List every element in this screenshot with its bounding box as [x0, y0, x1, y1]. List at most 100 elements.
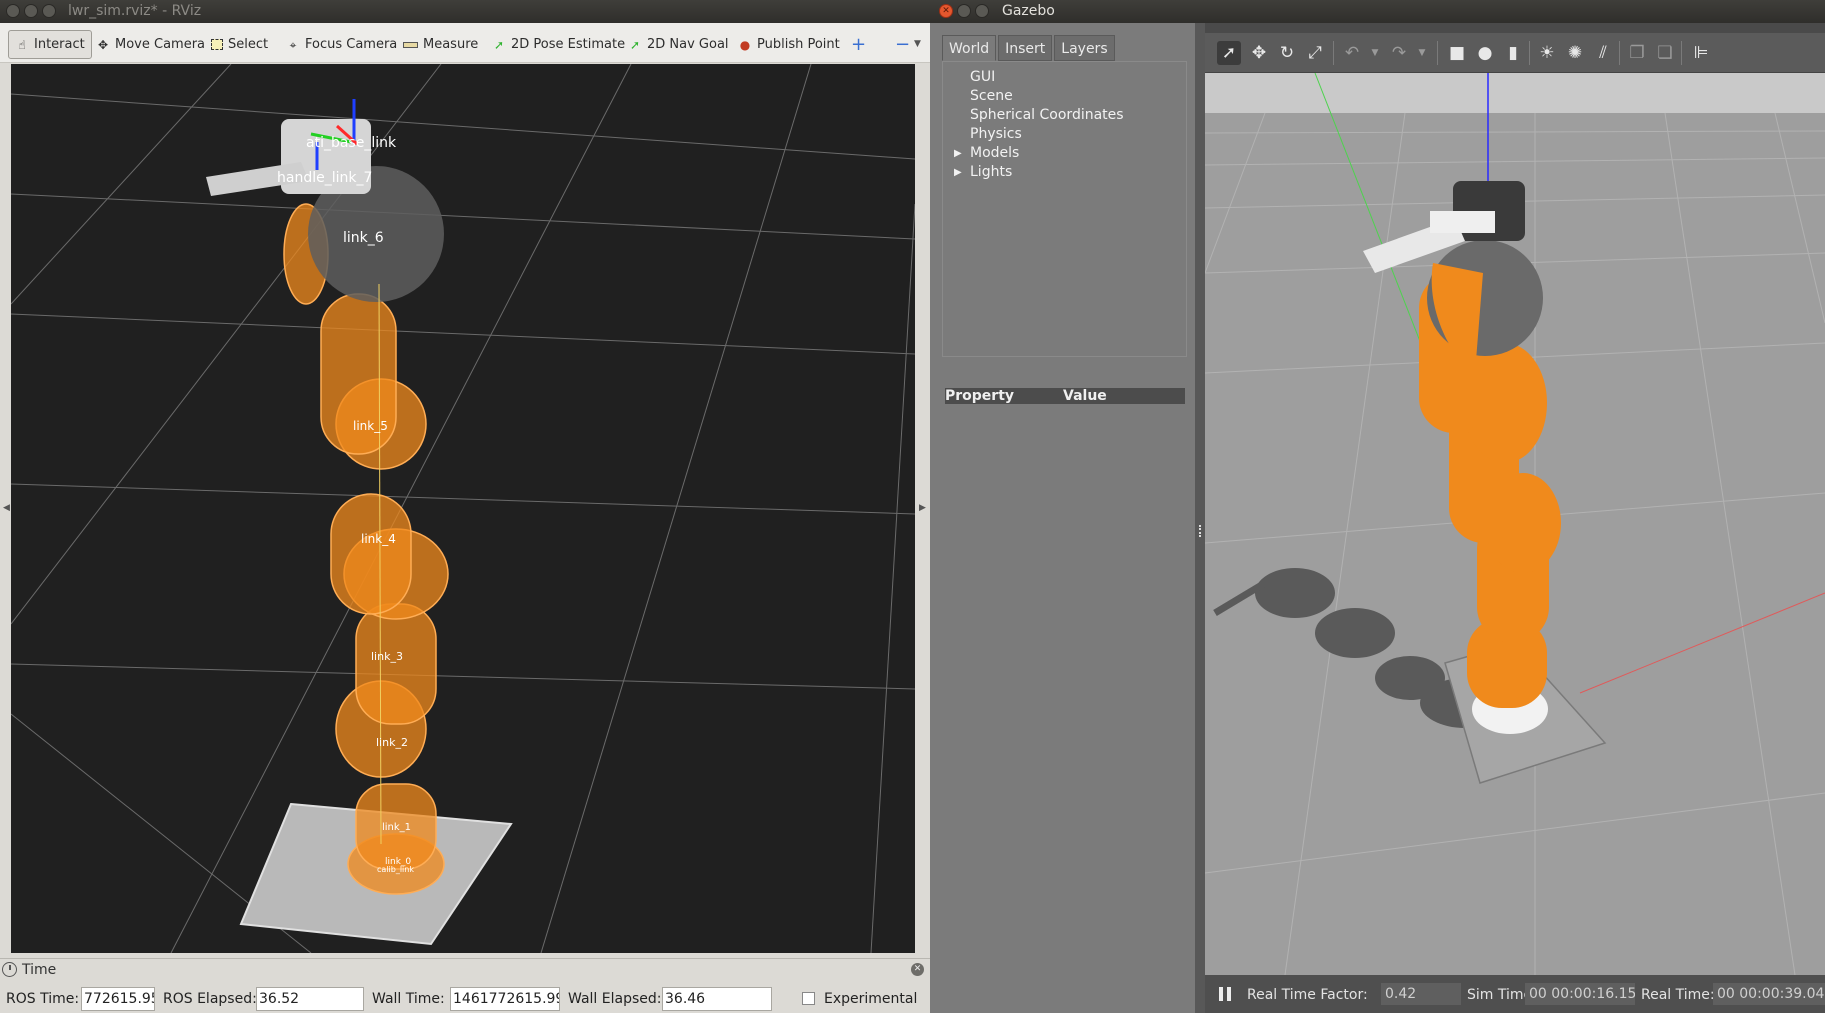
wall-time-label: Wall Time: — [372, 991, 445, 1007]
tree-item-gui[interactable]: GUI — [970, 69, 995, 85]
world-tree: GUI Scene Spherical Coordinates Physics … — [942, 61, 1187, 357]
wall-time-field[interactable]: 1461772615.99 — [450, 987, 560, 1011]
copy-icon[interactable]: ❐ — [1625, 41, 1649, 65]
map-pin-icon: ● — [739, 37, 751, 52]
publish-point-tool-button[interactable]: ● Publish Point — [738, 30, 840, 59]
scale-mode-icon[interactable]: ⤢ — [1303, 41, 1327, 65]
property-column-header: Property — [945, 388, 1015, 404]
handle-clamp — [1430, 211, 1495, 233]
rotate-mode-icon[interactable]: ↻ — [1275, 41, 1299, 65]
undo-history-chevron-icon[interactable]: ▼ — [1363, 41, 1387, 65]
tree-item-lights[interactable]: Lights — [970, 164, 1012, 180]
sim-time-value: 00 00:00:16.151 — [1525, 983, 1635, 1005]
align-icon[interactable]: ⊫ — [1689, 41, 1713, 65]
frame-label: link_6 — [343, 230, 384, 246]
measure-label: Measure — [423, 37, 479, 52]
toolbar-separator — [1529, 41, 1530, 65]
interact-label: Interact — [34, 37, 85, 52]
crosshair-icon: ⌖ — [289, 37, 297, 52]
rviz-3d-viewport[interactable]: ati_base_link handle_link_7 link_6 link_… — [11, 64, 915, 953]
close-icon[interactable] — [6, 4, 20, 18]
collapse-left-icon[interactable]: ◀ — [3, 503, 10, 513]
maximize-icon[interactable] — [42, 4, 56, 18]
sky — [1205, 73, 1825, 113]
time-panel-header: Time ✕ — [0, 959, 930, 981]
wall-elapsed-field[interactable]: 36.46 — [662, 987, 772, 1011]
tree-item-spherical-coordinates[interactable]: Spherical Coordinates — [970, 107, 1124, 123]
robot-arm-model — [283, 203, 449, 895]
ros-time-label: ROS Time: — [6, 991, 80, 1007]
frame-label: handle_link_7 — [277, 170, 372, 186]
pose-estimate-tool-button[interactable]: ➚ 2D Pose Estimate — [492, 30, 625, 59]
move-icon: ✥ — [97, 37, 109, 52]
tab-world[interactable]: World — [942, 35, 997, 61]
maximize-icon[interactable] — [975, 4, 989, 18]
remove-tool-icon[interactable]: − — [895, 30, 910, 59]
gazebo-scene — [1205, 73, 1825, 975]
ros-elapsed-field[interactable]: 36.52 — [256, 987, 364, 1011]
tree-item-physics[interactable]: Physics — [970, 126, 1022, 142]
publish-point-label: Publish Point — [757, 37, 840, 52]
minimize-icon[interactable] — [24, 4, 38, 18]
hand-icon: ☝ — [18, 37, 26, 52]
side-panel-tabs: World Insert Layers — [942, 35, 1115, 61]
select-label: Select — [228, 37, 269, 52]
value-column-header: Value — [1063, 388, 1107, 404]
green-arrow-icon: ➚ — [629, 37, 641, 52]
panel-splitter[interactable] — [1195, 23, 1205, 1013]
translate-mode-icon[interactable]: ✥ — [1247, 41, 1271, 65]
add-tool-icon[interactable]: + — [851, 30, 866, 59]
pause-icon[interactable] — [1219, 987, 1231, 1001]
undo-icon[interactable]: ↶ — [1340, 41, 1364, 65]
interact-tool-button[interactable]: ☝ Interact — [8, 30, 92, 59]
toolbar-separator — [1437, 41, 1438, 65]
gazebo-toolbar: ➚ ✥ ↻ ⤢ ↶ ▼ ↷ ▼ ■ ● ▮ ☀ ✺ ⫽ ❐ ❏ ⊫ — [1205, 33, 1825, 73]
measure-tool-button[interactable]: Measure — [403, 30, 478, 59]
ros-time-field[interactable]: 772615.95 — [81, 987, 155, 1011]
time-panel-title: Time — [22, 962, 57, 978]
experimental-checkbox[interactable] — [802, 992, 815, 1005]
collapse-right-icon[interactable]: ▶ — [919, 503, 926, 513]
sphere-shape-icon[interactable]: ● — [1473, 41, 1497, 65]
expand-arrow-icon[interactable]: ▶ — [954, 148, 962, 159]
tree-item-models[interactable]: Models — [970, 145, 1019, 161]
paste-icon[interactable]: ❏ — [1653, 41, 1677, 65]
select-mode-icon[interactable]: ➚ — [1217, 41, 1241, 65]
minimize-icon[interactable] — [957, 4, 971, 18]
redo-history-chevron-icon[interactable]: ▼ — [1410, 41, 1434, 65]
toolbar-separator — [1619, 41, 1620, 65]
gazebo-side-panel: World Insert Layers GUI Scene Spherical … — [930, 23, 1195, 1013]
pose-estimate-label: 2D Pose Estimate — [511, 37, 626, 52]
splitter-grip-icon[interactable] — [1199, 525, 1201, 537]
spot-light-icon[interactable]: ✺ — [1563, 41, 1587, 65]
nav-goal-tool-button[interactable]: ➚ 2D Nav Goal — [628, 30, 729, 59]
frame-label: link_1 — [382, 822, 411, 833]
gazebo-titlebar: ✕ Gazebo — [930, 0, 1825, 23]
close-icon[interactable]: ✕ — [939, 4, 953, 18]
frame-label: link_2 — [376, 736, 408, 749]
real-time-label: Real Time: — [1641, 987, 1715, 1003]
cylinder-shape-icon[interactable]: ▮ — [1501, 41, 1525, 65]
select-tool-button[interactable]: Select — [211, 30, 268, 59]
redo-icon[interactable]: ↷ — [1387, 41, 1411, 65]
point-light-icon[interactable]: ☀ — [1535, 41, 1559, 65]
ros-elapsed-label: ROS Elapsed: — [163, 991, 257, 1007]
tab-insert[interactable]: Insert — [998, 35, 1053, 61]
tree-item-scene[interactable]: Scene — [970, 88, 1013, 104]
toolbar-separator — [1681, 41, 1682, 65]
window-title: Gazebo — [1002, 3, 1055, 19]
close-panel-icon[interactable]: ✕ — [911, 963, 924, 976]
tab-layers[interactable]: Layers — [1054, 35, 1115, 61]
frame-label: link_5 — [353, 419, 388, 433]
rviz-titlebar: lwr_sim.rviz* - RViz — [0, 0, 930, 23]
frame-label: ati_base_link — [306, 135, 397, 151]
expand-arrow-icon[interactable]: ▶ — [954, 167, 962, 178]
gazebo-3d-viewport[interactable] — [1205, 73, 1825, 975]
real-time-value: 00 00:00:39.04 — [1713, 983, 1825, 1005]
focus-camera-tool-button[interactable]: ⌖ Focus Camera — [286, 30, 398, 59]
move-camera-tool-button[interactable]: ✥ Move Camera — [96, 30, 205, 59]
toolbar-menu-chevron-icon[interactable]: ▼ — [914, 30, 921, 59]
box-shape-icon[interactable]: ■ — [1445, 41, 1469, 65]
window-title: lwr_sim.rviz* - RViz — [68, 3, 202, 19]
directional-light-icon[interactable]: ⫽ — [1591, 41, 1615, 65]
